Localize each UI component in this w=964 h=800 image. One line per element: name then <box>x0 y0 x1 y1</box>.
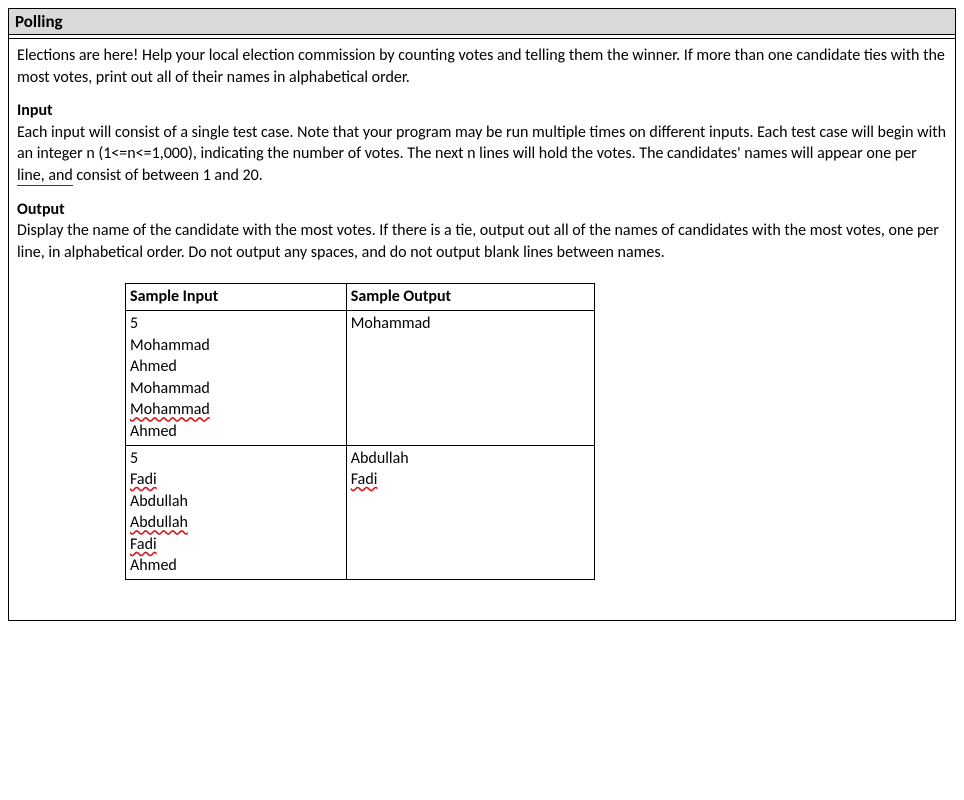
sample-input-line: Mohammad <box>130 399 342 421</box>
spellcheck-squiggle: Fadi <box>351 470 378 489</box>
sample-input-header: Sample Input <box>126 284 347 311</box>
sample-input-line: Mohammad <box>130 335 342 357</box>
sample-input-line: Ahmed <box>130 555 342 577</box>
sample-output-cell: Mohammad <box>346 310 594 445</box>
problem-page: Polling Elections are here! Help your lo… <box>8 8 956 621</box>
output-paragraph: Display the name of the candidate with t… <box>17 220 947 263</box>
sample-input-line: 5 <box>130 313 342 335</box>
spellcheck-squiggle: Fadi <box>130 470 157 489</box>
title-bar: Polling <box>9 9 955 35</box>
input-text-pre: Each input will consist of a single test… <box>17 123 946 164</box>
table-row: 5MohammadAhmedMohammadMohammadAhmedMoham… <box>126 310 595 445</box>
sample-input-line: Abdullah <box>130 512 342 534</box>
sample-input-line: Fadi <box>130 469 342 491</box>
sample-input-line: Ahmed <box>130 421 342 443</box>
table-header-row: Sample Input Sample Output <box>126 284 595 311</box>
input-heading: Input <box>17 100 947 122</box>
sample-output-header: Sample Output <box>346 284 594 311</box>
spellcheck-squiggle: Fadi <box>130 535 157 554</box>
table-row: 5FadiAbdullahAbdullahFadiAhmedAbdullahFa… <box>126 445 595 580</box>
content-area: Elections are here! Help your local elec… <box>9 39 955 620</box>
spellcheck-squiggle: Mohammad <box>130 400 210 419</box>
sample-table: Sample Input Sample Output 5MohammadAhme… <box>125 283 595 580</box>
sample-input-line: Fadi <box>130 534 342 556</box>
sample-output-line: Abdullah <box>351 448 590 470</box>
sample-input-line: Mohammad <box>130 378 342 400</box>
sample-input-cell: 5MohammadAhmedMohammadMohammadAhmed <box>126 310 347 445</box>
sample-input-line: Abdullah <box>130 491 342 513</box>
output-heading: Output <box>17 199 947 221</box>
intro-paragraph: Elections are here! Help your local elec… <box>17 45 947 88</box>
sample-input-line: Ahmed <box>130 356 342 378</box>
sample-input-cell: 5FadiAbdullahAbdullahFadiAhmed <box>126 445 347 580</box>
sample-output-line: Fadi <box>351 469 590 491</box>
spellcheck-squiggle: Abdullah <box>130 513 188 532</box>
input-paragraph: Each input will consist of a single test… <box>17 122 947 187</box>
input-text-post: consist of between 1 and 20. <box>73 166 263 185</box>
problem-title: Polling <box>15 11 63 32</box>
sample-input-line: 5 <box>130 448 342 470</box>
sample-output-line: Mohammad <box>351 313 590 335</box>
grammar-underline: line, and <box>17 166 73 186</box>
sample-output-cell: AbdullahFadi <box>346 445 594 580</box>
